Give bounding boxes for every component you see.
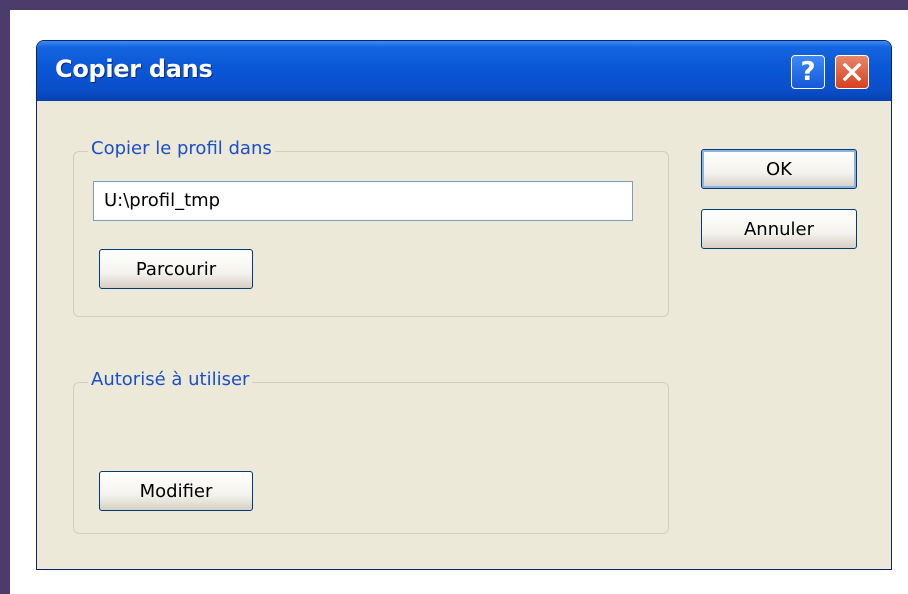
allowed-to-use-legend: Autorisé à utiliser bbox=[88, 369, 253, 390]
browse-button[interactable]: Parcourir bbox=[99, 249, 253, 289]
cancel-button[interactable]: Annuler bbox=[701, 209, 857, 249]
profile-path-input[interactable]: U:\profil_tmp bbox=[93, 181, 633, 221]
screenshot-frame-left bbox=[0, 0, 10, 594]
modify-button[interactable]: Modifier bbox=[99, 471, 253, 511]
cancel-button-label: Annuler bbox=[743, 218, 814, 240]
screenshot-frame-top bbox=[0, 0, 908, 10]
close-icon bbox=[842, 62, 862, 82]
allowed-to-use-group: Autorisé à utiliser bbox=[73, 369, 669, 534]
close-button[interactable] bbox=[835, 55, 869, 89]
copy-profile-group: Copier le profil dans bbox=[73, 138, 669, 317]
copy-profile-legend: Copier le profil dans bbox=[88, 138, 275, 159]
question-icon: ? bbox=[800, 57, 816, 87]
dialog-title: Copier dans bbox=[55, 55, 213, 83]
help-button[interactable]: ? bbox=[791, 55, 825, 89]
copy-to-dialog: Copier dans ? Copier le profil dans U:\p… bbox=[36, 40, 892, 570]
title-bar[interactable]: Copier dans ? bbox=[37, 41, 891, 101]
modify-button-label: Modifier bbox=[139, 480, 213, 502]
ok-button[interactable]: OK bbox=[701, 149, 857, 189]
browse-button-label: Parcourir bbox=[135, 258, 217, 280]
ok-button-label: OK bbox=[766, 158, 792, 180]
